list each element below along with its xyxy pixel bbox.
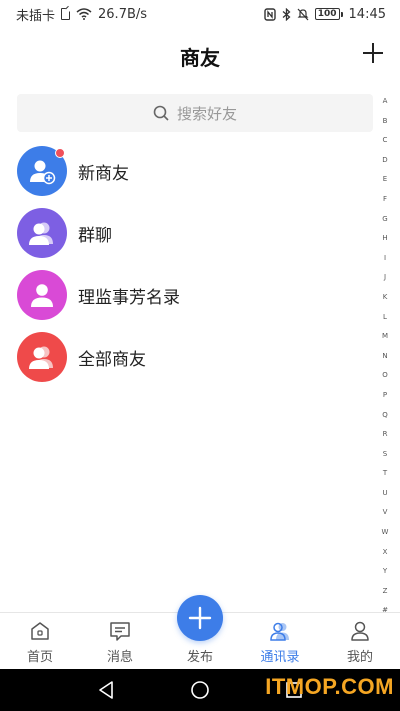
alphabet-index-letter[interactable]: A (383, 92, 388, 112)
message-icon (110, 622, 130, 641)
tab-label: 发布 (186, 650, 213, 665)
profile-icon (351, 621, 369, 641)
status-left: 未插卡 26.7B/s (16, 5, 147, 24)
all-friends-icon (17, 332, 67, 382)
tab-label: 通讯录 (260, 650, 300, 665)
alphabet-index-letter[interactable]: E (383, 170, 387, 190)
tab-label: 消息 (106, 650, 133, 665)
search-input[interactable]: 搜索好友 (17, 94, 373, 132)
alphabet-index-letter[interactable]: Y (383, 562, 387, 582)
alphabet-index-letter[interactable]: S (383, 445, 387, 465)
tab-home[interactable]: 首页 (0, 613, 80, 669)
tab-messages[interactable]: 消息 (80, 613, 160, 669)
directory-icon (17, 270, 67, 320)
alphabet-index-letter[interactable]: P (383, 386, 387, 406)
network-speed: 26.7B/s (98, 6, 148, 22)
alphabet-index-letter[interactable]: U (382, 484, 387, 504)
publish-button[interactable] (177, 595, 223, 641)
home-icon (31, 622, 49, 640)
alphabet-index-letter[interactable]: M (382, 327, 388, 347)
alphabet-index-letter[interactable]: Q (382, 406, 388, 426)
contact-item-group-chat[interactable]: 群聊 (0, 202, 376, 264)
back-icon[interactable] (97, 680, 115, 700)
carrier-text: 未插卡 (16, 8, 56, 24)
contact-label: 全部商友 (78, 349, 146, 370)
alphabet-index-letter[interactable]: T (383, 464, 387, 484)
contact-item-all-friends[interactable]: 全部商友 (0, 326, 376, 388)
header: 商友 (0, 28, 400, 84)
contact-list: 新商友 群聊 理监事芳名录 全部商友 (0, 140, 376, 388)
new-friend-badge (55, 148, 65, 158)
status-right: 100 14:45 (264, 7, 386, 22)
publish-icon (188, 606, 212, 630)
home-nav-icon[interactable] (190, 680, 210, 700)
alphabet-index-letter[interactable]: V (383, 503, 388, 523)
alphabet-index-letter[interactable]: F (383, 190, 387, 210)
search-icon (153, 105, 169, 121)
alphabet-index-letter[interactable]: R (383, 425, 388, 445)
nfc-icon (264, 7, 276, 21)
battery-icon: 100 (314, 8, 343, 20)
clock: 14:45 (348, 6, 386, 22)
alphabet-index-letter[interactable]: J (384, 268, 386, 288)
alphabet-index-letter[interactable]: N (382, 347, 387, 367)
alphabet-index-letter[interactable]: C (383, 131, 388, 151)
contact-item-directory[interactable]: 理监事芳名录 (0, 264, 376, 326)
contact-item-new-friends[interactable]: 新商友 (0, 140, 376, 202)
contact-label: 理监事芳名录 (78, 287, 180, 308)
alphabet-index-letter[interactable]: I (384, 249, 386, 269)
alphabet-index-letter[interactable]: H (382, 229, 387, 249)
alphabet-index-letter[interactable]: G (382, 210, 387, 230)
alphabet-index-letter[interactable]: O (382, 366, 388, 386)
contacts-icon (270, 622, 289, 641)
tab-profile[interactable]: 我的 (320, 613, 400, 669)
alphabet-index-letter[interactable]: X (383, 543, 388, 563)
new-friend-icon (17, 146, 67, 196)
bluetooth-icon (282, 7, 291, 21)
contact-label: 新商友 (78, 163, 129, 184)
tab-label: 首页 (26, 650, 53, 665)
mute-icon (297, 8, 309, 20)
add-friend-button[interactable] (362, 42, 384, 64)
watermark: ITMOP.COM (265, 674, 394, 699)
alphabet-index-letter[interactable]: K (383, 288, 388, 308)
sim-icon (61, 8, 71, 20)
alphabet-index-letter[interactable]: D (382, 151, 387, 171)
search-placeholder: 搜索好友 (176, 104, 237, 123)
group-chat-icon (17, 208, 67, 258)
alphabet-index[interactable]: A B C D E F G H I J K L M N O P Q R S T U V W X Y Z # (378, 92, 392, 621)
wifi-icon (76, 8, 92, 20)
alphabet-index-letter[interactable]: B (383, 112, 388, 132)
alphabet-index-letter[interactable]: W (382, 523, 389, 543)
tab-contacts[interactable]: 通讯录 (240, 613, 320, 669)
battery-level: 100 (314, 8, 340, 20)
alphabet-index-letter[interactable]: L (383, 308, 387, 328)
page-title: 商友 (180, 46, 220, 70)
contact-label: 群聊 (78, 225, 112, 246)
tab-label: 我的 (346, 650, 373, 665)
alphabet-index-letter[interactable]: Z (383, 582, 388, 602)
status-bar: 未插卡 26.7B/s 100 14:45 (0, 0, 400, 28)
